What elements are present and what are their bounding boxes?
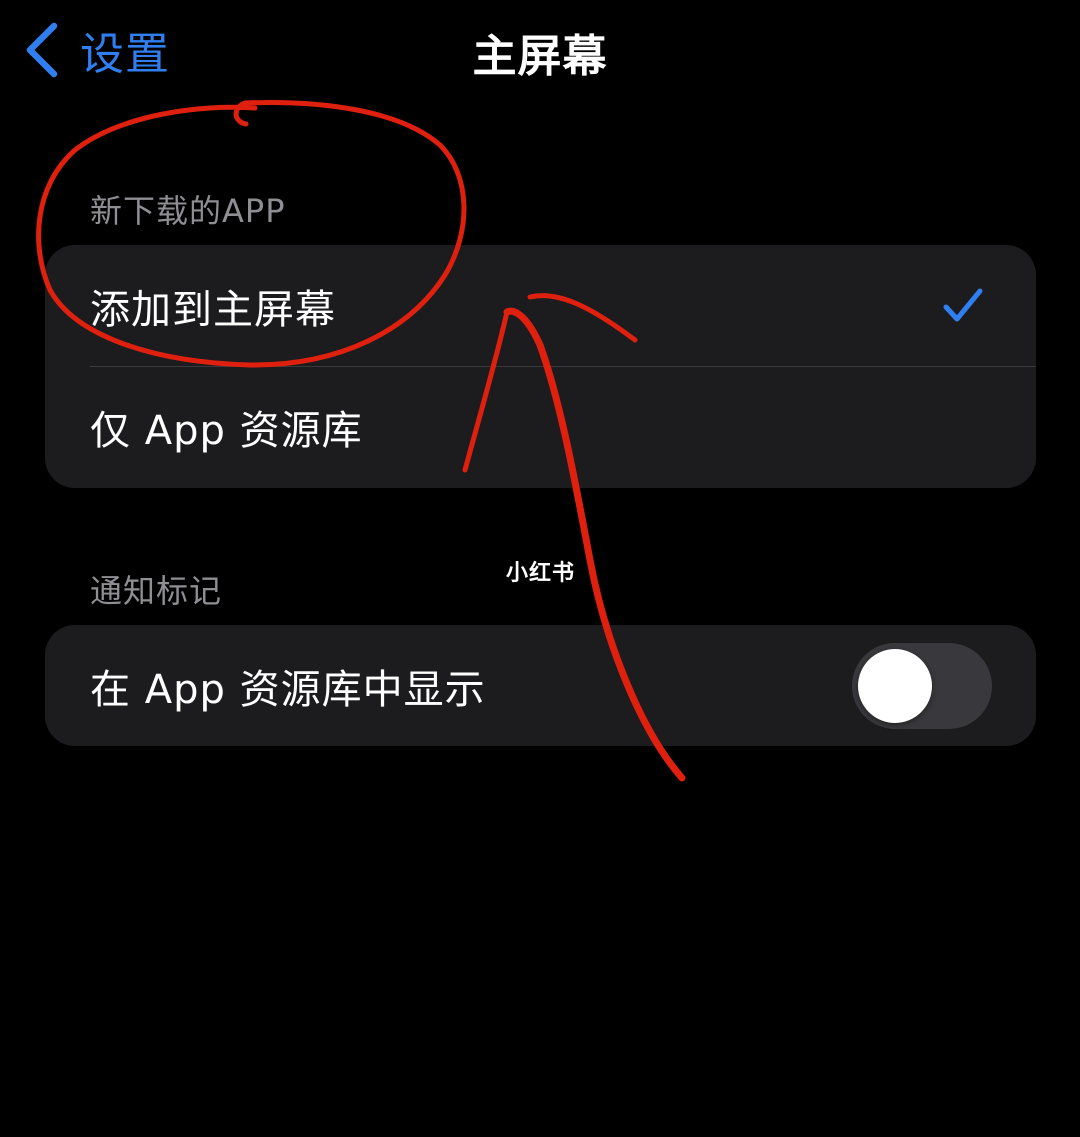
- notification-badges-group: 在 App 资源库中显示: [45, 625, 1036, 746]
- settings-page: 设置 主屏幕 新下载的APP 添加到主屏幕 仅 App 资源库 小红书 通知标记…: [0, 0, 1080, 1137]
- checkmark-icon: [943, 288, 983, 322]
- watermark: 小红书: [506, 561, 576, 586]
- option-label: 添加到主屏幕: [90, 286, 336, 333]
- toggle-knob: [858, 649, 932, 723]
- section-header-notification-badges: 通知标记: [90, 572, 223, 610]
- show-in-app-library-row: 在 App 资源库中显示: [45, 625, 1036, 746]
- page-title: 主屏幕: [472, 31, 608, 82]
- option-app-library-only[interactable]: 仅 App 资源库: [45, 366, 1036, 487]
- row-label: 在 App 资源库中显示: [90, 666, 486, 713]
- navigation-bar: 设置 主屏幕: [0, 0, 1080, 100]
- show-in-app-library-toggle[interactable]: [852, 643, 992, 729]
- new-downloads-group: 添加到主屏幕 仅 App 资源库: [45, 245, 1036, 488]
- option-add-to-home-screen[interactable]: 添加到主屏幕: [45, 245, 1036, 366]
- section-header-new-downloads: 新下载的APP: [90, 192, 286, 230]
- option-label: 仅 App 资源库: [90, 407, 363, 454]
